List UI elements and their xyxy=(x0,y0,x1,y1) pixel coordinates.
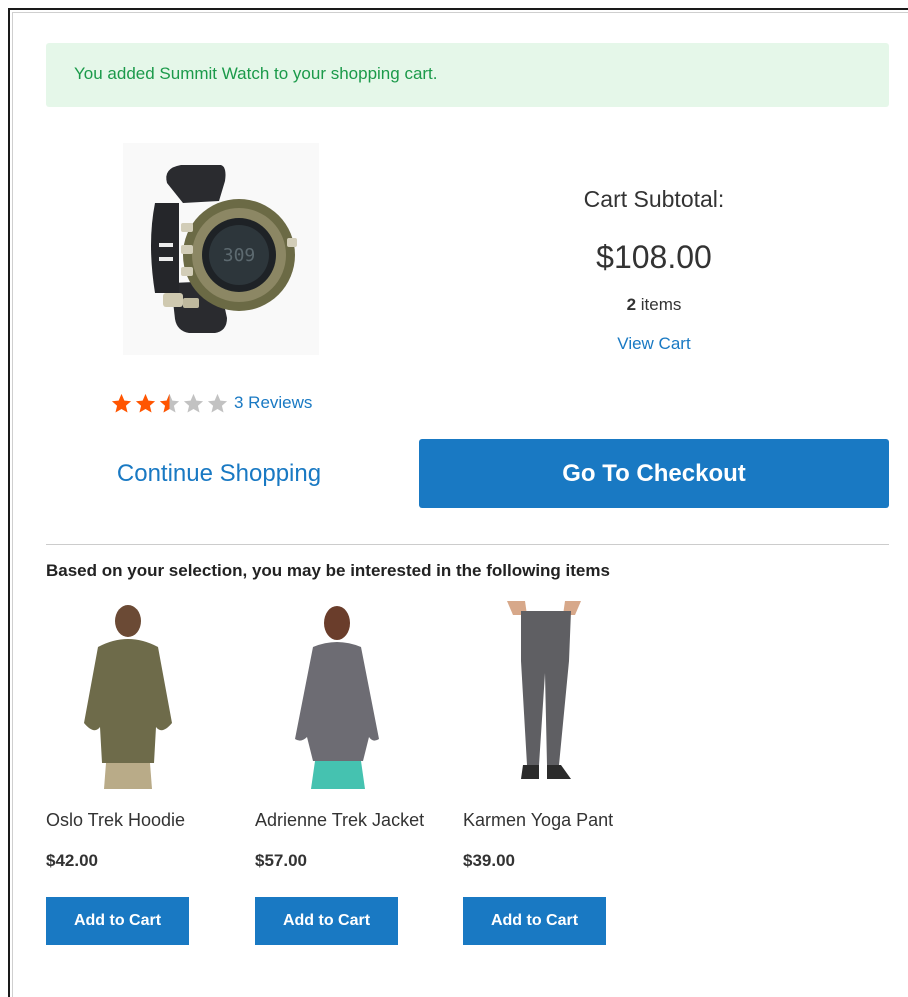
checkout-button[interactable]: Go To Checkout xyxy=(419,439,889,508)
subtotal-amount: $108.00 xyxy=(596,239,712,275)
product-image[interactable] xyxy=(255,601,415,789)
related-products-title: Based on your selection, you may be inte… xyxy=(46,561,610,580)
product-name[interactable]: Adrienne Trek Jacket xyxy=(255,808,445,832)
items-count: 2 items xyxy=(419,293,889,317)
product-name[interactable]: Karmen Yoga Pant xyxy=(463,808,653,832)
product-rating: 3 Reviews xyxy=(110,390,312,416)
related-product-card: Adrienne Trek Jacket $57.00 Add to Cart xyxy=(255,601,445,945)
star-filled-icon xyxy=(111,393,132,413)
watch-image: 309 xyxy=(151,165,297,333)
view-cart-link[interactable]: View Cart xyxy=(617,334,690,354)
product-image[interactable] xyxy=(463,601,623,789)
rating-stars xyxy=(110,392,230,415)
success-message: You added Summit Watch to your shopping … xyxy=(46,43,889,107)
product-image[interactable] xyxy=(46,601,206,789)
star-half-icon xyxy=(159,393,180,413)
product-price: $42.00 xyxy=(46,851,98,870)
product-name[interactable]: Oslo Trek Hoodie xyxy=(46,808,236,832)
add-to-cart-button[interactable]: Add to Cart xyxy=(463,897,606,945)
product-image[interactable]: 309 xyxy=(123,143,319,355)
modal-content: You added Summit Watch to your shopping … xyxy=(12,12,908,997)
star-empty-icon xyxy=(207,393,228,413)
reviews-link[interactable]: 3 Reviews xyxy=(234,393,312,413)
cart-summary: Cart Subtotal: $108.00 2 items View Cart xyxy=(419,183,889,354)
related-product-card: Karmen Yoga Pant $39.00 Add to Cart xyxy=(463,601,653,945)
subtotal-label: Cart Subtotal: xyxy=(583,186,725,212)
product-price: $57.00 xyxy=(255,851,307,870)
svg-text:309: 309 xyxy=(223,245,256,266)
section-divider xyxy=(46,544,889,545)
modal-frame: You added Summit Watch to your shopping … xyxy=(8,8,908,997)
star-empty-icon xyxy=(183,393,204,413)
add-to-cart-button[interactable]: Add to Cart xyxy=(255,897,398,945)
related-product-card: Oslo Trek Hoodie $42.00 Add to Cart xyxy=(46,601,236,945)
star-filled-icon xyxy=(135,393,156,413)
continue-shopping-link[interactable]: Continue Shopping xyxy=(46,456,392,492)
add-to-cart-button[interactable]: Add to Cart xyxy=(46,897,189,945)
items-count-number: 2 xyxy=(626,295,637,314)
items-count-word: items xyxy=(640,295,682,314)
product-price: $39.00 xyxy=(463,851,515,870)
